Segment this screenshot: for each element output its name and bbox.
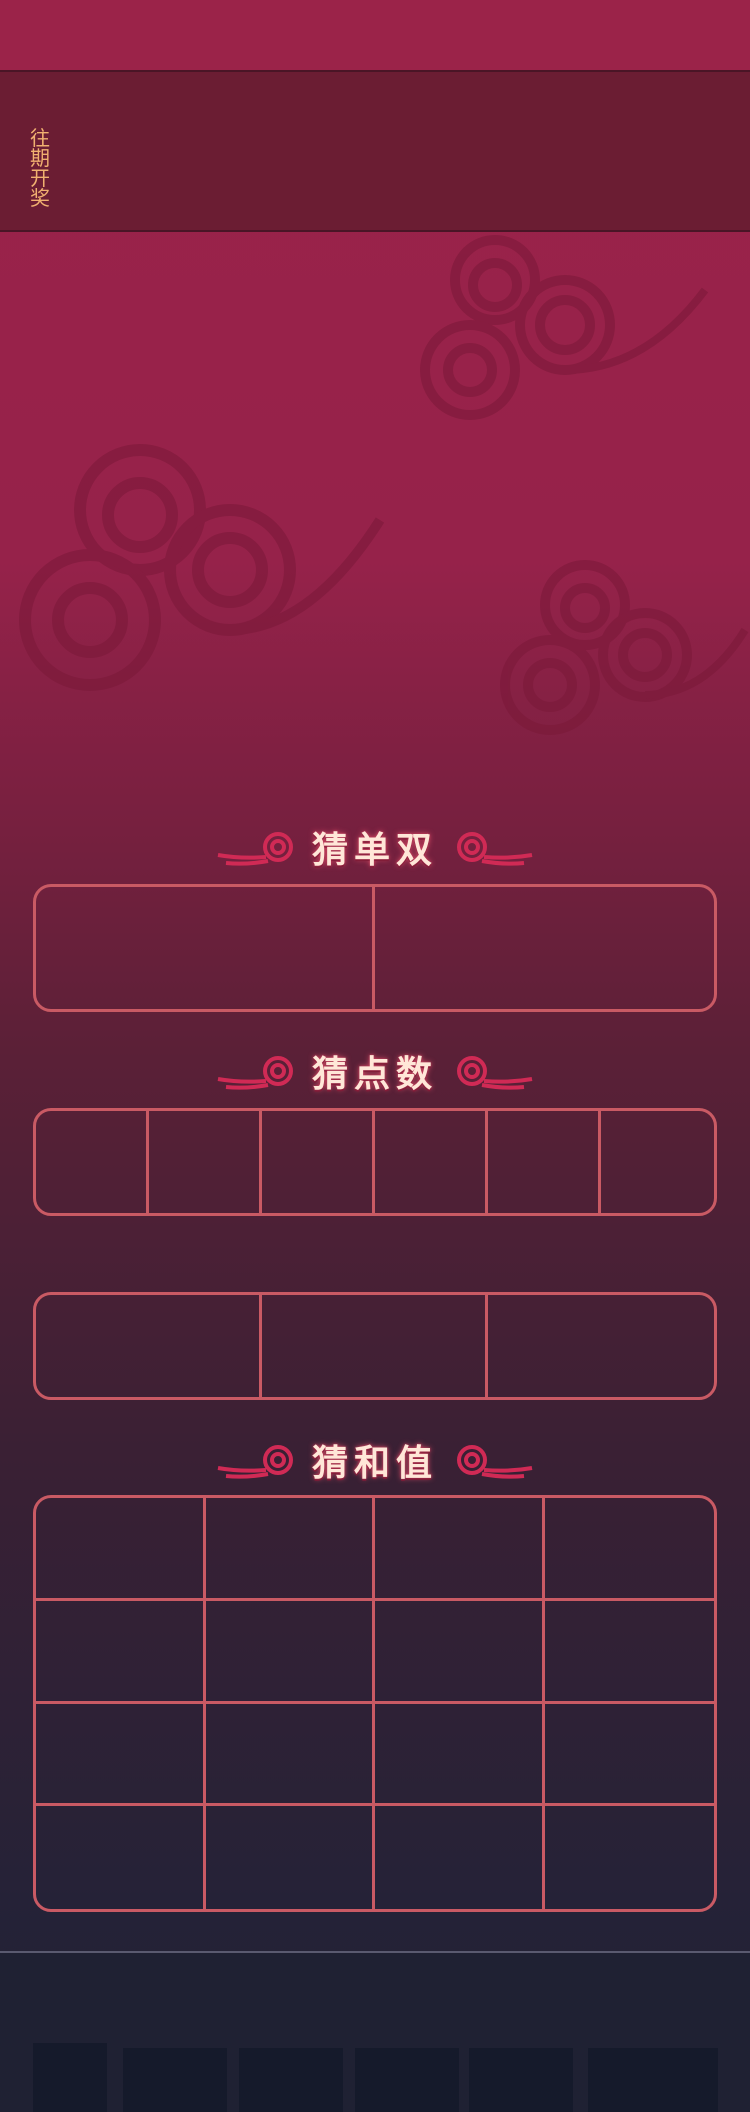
sum-cell[interactable]	[375, 1806, 545, 1909]
points-cell[interactable]	[149, 1111, 262, 1213]
swirl-right-icon	[454, 1440, 534, 1480]
sum-cell[interactable]	[206, 1806, 375, 1909]
odd-even-cell[interactable]	[375, 887, 714, 1009]
points-cell[interactable]	[488, 1111, 601, 1213]
sum-cell[interactable]	[36, 1703, 206, 1807]
section-title-points: 猜点数	[0, 1046, 750, 1096]
sum-cell[interactable]	[36, 1806, 206, 1909]
odd-even-cell[interactable]	[36, 887, 375, 1009]
sum-cell[interactable]	[36, 1498, 206, 1601]
points-cell[interactable]	[601, 1111, 714, 1213]
points-extra-grid	[33, 1292, 717, 1400]
bottom-button[interactable]	[469, 2048, 573, 2112]
cloud-icon	[420, 235, 709, 420]
points-extra-cell[interactable]	[36, 1295, 262, 1397]
bottom-button[interactable]	[588, 2048, 718, 2112]
sum-cell[interactable]	[375, 1600, 545, 1704]
odd-even-grid	[33, 884, 717, 1012]
sum-cell[interactable]	[375, 1498, 545, 1601]
section-title-sum: 猜和值	[0, 1435, 750, 1485]
sum-grid	[33, 1495, 717, 1912]
swirl-left-icon	[216, 1440, 296, 1480]
section-title-text: 猜和值	[311, 1443, 438, 1484]
points-cell[interactable]	[36, 1111, 149, 1213]
bottom-button[interactable]	[239, 2048, 343, 2112]
sum-cell[interactable]	[545, 1806, 715, 1909]
sum-cell[interactable]	[544, 1601, 714, 1704]
sum-cell[interactable]	[375, 1703, 545, 1807]
cloud-icon	[19, 444, 385, 691]
history-band	[0, 72, 750, 232]
sum-cell[interactable]	[205, 1703, 375, 1807]
points-cell[interactable]	[375, 1111, 488, 1213]
bottom-button[interactable]	[355, 2048, 459, 2112]
sum-cell[interactable]	[205, 1498, 375, 1601]
sum-cell[interactable]	[36, 1600, 206, 1704]
swirl-right-icon	[454, 1051, 534, 1091]
cloud-icon	[500, 560, 749, 735]
points-cell[interactable]	[262, 1111, 375, 1213]
bottom-button[interactable]	[123, 2048, 227, 2112]
swirl-right-icon	[454, 827, 534, 867]
history-button[interactable]: 往期开奖	[28, 128, 52, 208]
sum-cell[interactable]	[205, 1600, 375, 1704]
points-extra-cell[interactable]	[262, 1295, 488, 1397]
sum-cell[interactable]	[544, 1704, 714, 1807]
points-extra-cell[interactable]	[488, 1295, 714, 1397]
top-strip	[0, 0, 750, 72]
swirl-left-icon	[216, 827, 296, 867]
points-grid	[33, 1108, 717, 1216]
section-title-text: 猜点数	[311, 1054, 438, 1095]
section-title-text: 猜单双	[311, 830, 438, 871]
sum-cell[interactable]	[544, 1498, 714, 1601]
bottom-button[interactable]	[33, 2043, 107, 2112]
swirl-left-icon	[216, 1051, 296, 1091]
section-title-odd-even: 猜单双	[0, 822, 750, 872]
